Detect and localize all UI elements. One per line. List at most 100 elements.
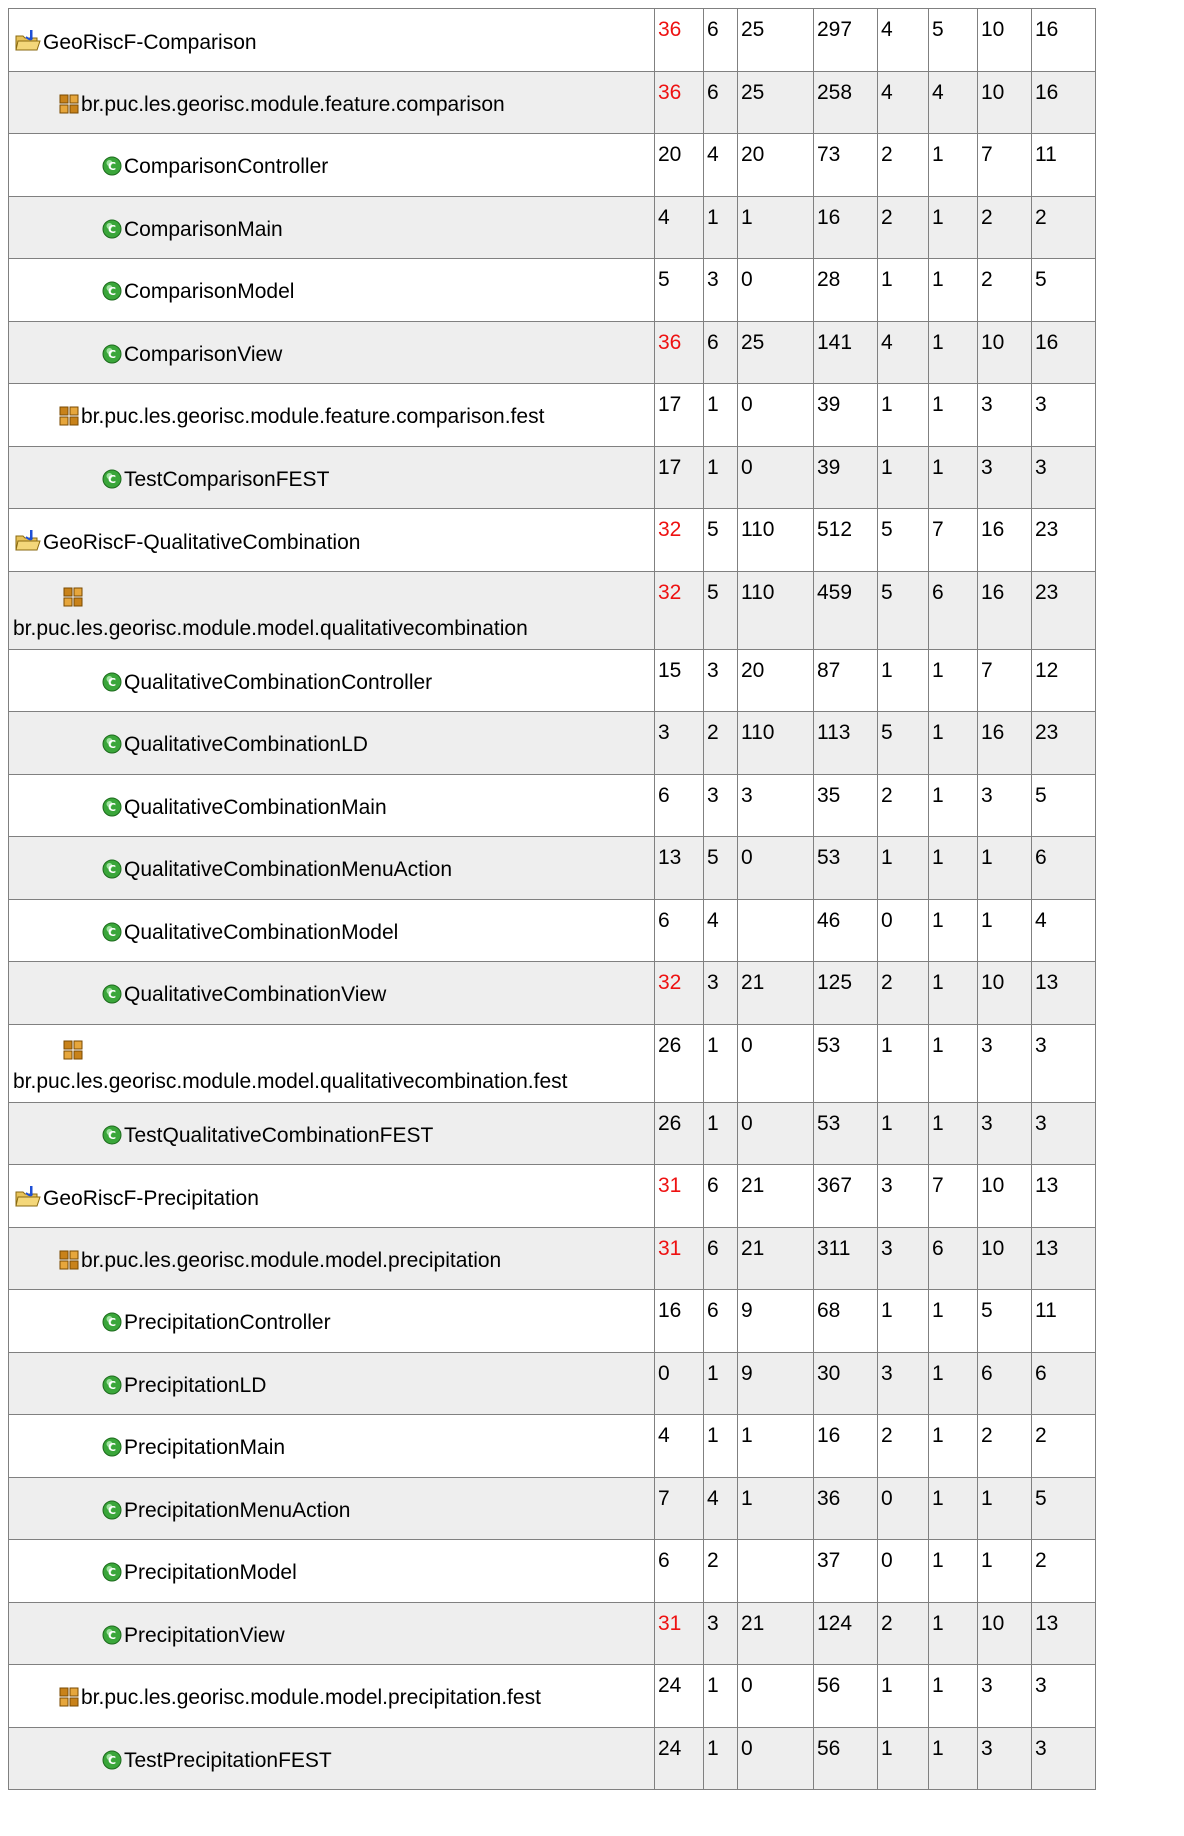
metric-value: 3 — [981, 1674, 993, 1697]
metric-cell: 16 — [655, 1290, 704, 1353]
metric-cell: 2 — [978, 1415, 1032, 1478]
metric-cell: 17 — [655, 384, 704, 447]
metric-cell: 367 — [814, 1165, 878, 1228]
metrics-row: br.puc.les.georisc.module.model.precipit… — [9, 1227, 1096, 1290]
metrics-row: C PrecipitationView 31 3 21 124 2 1 10 13 — [9, 1602, 1096, 1665]
svg-text:C: C — [108, 988, 116, 1001]
metric-cell: 512 — [814, 509, 878, 572]
metric-cell: 4 — [704, 1477, 738, 1540]
metric-value: 125 — [817, 971, 853, 994]
metric-cell: 4 — [655, 1415, 704, 1478]
metric-cell: 3 — [1032, 446, 1096, 509]
class-name-cell: C QualitativeCombinationView — [9, 962, 655, 1025]
metric-cell: 2 — [1032, 1540, 1096, 1603]
metric-value: 13 — [1035, 971, 1059, 994]
metric-cell: 0 — [738, 384, 814, 447]
metric-value: 124 — [817, 1611, 853, 1635]
metrics-row: C PrecipitationController 16 6 9 68 1 1 5 11 — [9, 1290, 1096, 1353]
class-icon: C — [102, 984, 122, 1010]
metric-value: 1 — [707, 1424, 719, 1447]
metric-value: 1 — [881, 658, 893, 682]
metric-value: 87 — [817, 658, 841, 682]
metric-cell: 12 — [1032, 649, 1096, 712]
metric-value: 5 — [707, 518, 719, 541]
metric-cell: 11 — [1032, 134, 1096, 197]
metric-cell: 31 — [655, 1602, 704, 1665]
metric-cell: 1 — [929, 1290, 978, 1353]
metrics-row: C TestComparisonFEST 17 1 0 39 1 1 3 3 — [9, 446, 1096, 509]
metric-value: 0 — [741, 455, 753, 479]
class-icon: C — [102, 922, 122, 948]
metrics-row: C QualitativeCombinationModel 6 4 46 0 1 1 4 — [9, 899, 1096, 962]
metrics-row: C QualitativeCombinationView 32 3 21 125 2 1 10 1… — [9, 962, 1096, 1025]
metrics-row: GeoRiscF-QualitativeCombination 32 5 110 512… — [9, 509, 1096, 572]
metric-cell: 110 — [738, 712, 814, 775]
metric-cell: 21 — [738, 1165, 814, 1228]
metric-cell: 5 — [929, 9, 978, 72]
class-name-cell: C PrecipitationMenuAction — [9, 1477, 655, 1540]
class-name-cell: C TestComparisonFEST — [9, 446, 655, 509]
metric-value: 5 — [981, 1299, 993, 1322]
metric-cell: 2 — [1032, 1415, 1096, 1478]
metric-cell: 0 — [738, 1727, 814, 1790]
metrics-row: C PrecipitationLD 0 1 9 30 3 1 6 6 — [9, 1352, 1096, 1415]
class-name-cell: C ComparisonView — [9, 321, 655, 384]
metric-cell: 6 — [704, 1165, 738, 1228]
metric-value: 0 — [741, 1033, 753, 1057]
metric-value: 31 — [658, 1174, 682, 1197]
metric-value: 3 — [707, 971, 719, 994]
metric-cell: 2 — [978, 259, 1032, 322]
package-name-cell: br.puc.les.georisc.module.model.qualitat… — [9, 1024, 655, 1103]
class-icon: C — [102, 1562, 122, 1588]
metrics-row: C ComparisonView 36 6 25 141 4 1 10 16 — [9, 321, 1096, 384]
package-name-cell: br.puc.les.georisc.module.model.qualitat… — [9, 571, 655, 650]
metric-cell: 6 — [655, 1540, 704, 1603]
metric-value: 3 — [981, 1736, 993, 1760]
metric-cell: 1 — [978, 1540, 1032, 1603]
metric-value: 73 — [817, 143, 841, 166]
metric-value: 1 — [707, 1736, 719, 1760]
metric-cell: 23 — [1032, 571, 1096, 650]
metric-value: 6 — [707, 330, 719, 354]
metric-value: 3 — [981, 1111, 993, 1135]
metric-value: 16 — [1035, 18, 1059, 41]
metric-cell: 1 — [929, 1477, 978, 1540]
metric-value: 258 — [817, 80, 853, 104]
metrics-row: C PrecipitationMenuAction 7 4 1 36 0 1 1 5 — [9, 1477, 1096, 1540]
metric-value: 1 — [881, 1674, 893, 1697]
metric-value: 2 — [881, 971, 893, 994]
metric-value: 7 — [658, 1486, 670, 1510]
metric-cell: 2 — [878, 774, 929, 837]
metric-cell: 3 — [978, 1665, 1032, 1728]
package-name-cell: br.puc.les.georisc.module.model.precipit… — [9, 1665, 655, 1728]
metric-cell: 1 — [929, 1727, 978, 1790]
metrics-row: C TestPrecipitationFEST 24 1 0 56 1 1 3 3 — [9, 1727, 1096, 1790]
metric-cell: 36 — [655, 71, 704, 134]
metric-cell: 87 — [814, 649, 878, 712]
metric-cell: 4 — [878, 321, 929, 384]
project-name-cell: GeoRiscF-QualitativeCombination — [9, 509, 655, 572]
metrics-table: GeoRiscF-Comparison 36 6 25 297 4 5 10 16 br.puc.… — [8, 8, 1096, 1790]
row-label: PrecipitationView — [124, 1623, 285, 1647]
metric-value: 25 — [741, 80, 765, 104]
metric-cell: 68 — [814, 1290, 878, 1353]
metric-cell: 7 — [929, 509, 978, 572]
svg-text:C: C — [108, 348, 116, 361]
metric-value: 3 — [881, 1174, 893, 1197]
metric-cell: 25 — [738, 321, 814, 384]
class-icon: C — [102, 1375, 122, 1401]
metric-cell: 3 — [704, 649, 738, 712]
metric-value: 0 — [741, 393, 753, 416]
metric-value: 3 — [881, 1361, 893, 1385]
metric-value: 1 — [932, 721, 944, 744]
metric-cell: 5 — [878, 571, 929, 650]
metric-value: 4 — [881, 330, 893, 354]
metric-value: 30 — [817, 1361, 841, 1385]
class-name-cell: C ComparisonController — [9, 134, 655, 197]
metric-cell: 6 — [1032, 1352, 1096, 1415]
metric-cell: 23 — [1032, 509, 1096, 572]
metric-cell: 39 — [814, 384, 878, 447]
metric-value: 6 — [932, 1236, 944, 1260]
metric-cell: 46 — [814, 899, 878, 962]
metric-value: 4 — [881, 80, 893, 104]
